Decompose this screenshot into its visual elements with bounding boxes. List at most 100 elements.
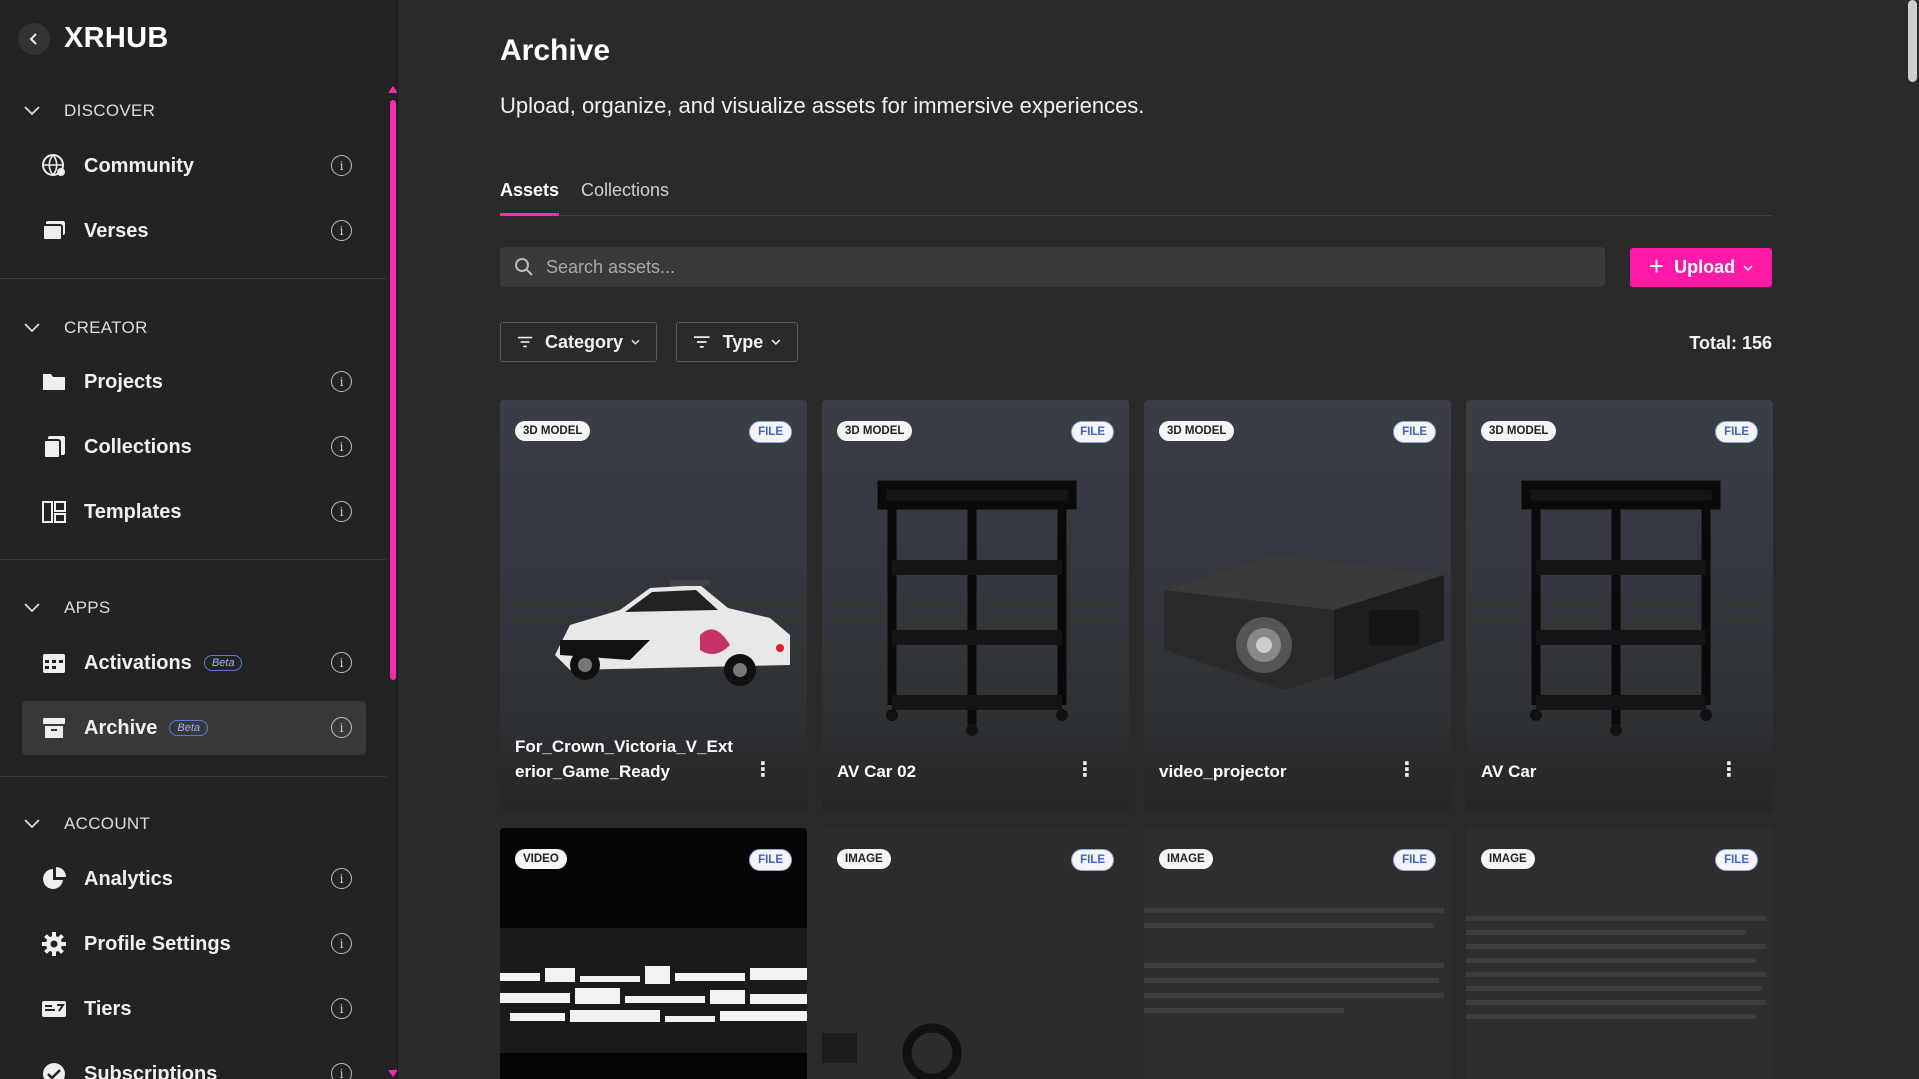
asset-card[interactable]: 3D MODEL FILE AV Car 02 ⋮ [822,400,1129,812]
more-options-icon[interactable]: ⋮ [753,757,773,782]
file-badge: FILE [1715,421,1758,443]
info-icon[interactable]: i [331,998,352,1019]
asset-name: AV Car 02 [837,762,917,781]
sidebar-item-label: Activations [84,651,192,674]
page-scrollbar-thumb[interactable] [1908,0,1917,82]
gear-icon [40,930,68,958]
info-icon[interactable]: i [331,868,352,889]
asset-type-badge: IMAGE [1481,849,1535,869]
chevron-left-icon [29,32,37,45]
sidebar-item-templates[interactable]: Templates i [22,485,366,539]
info-icon[interactable]: i [331,501,352,522]
tab-assets[interactable]: Assets [500,180,560,216]
section-creator[interactable]: CREATOR [22,318,148,338]
sidebar-item-label: Archive [84,716,158,739]
asset-card[interactable]: IMAGE FILE [1466,828,1773,1079]
asset-type-badge: IMAGE [1159,849,1213,869]
archive-icon [40,714,68,742]
more-options-icon[interactable]: ⋮ [1075,757,1095,782]
divider [0,278,386,279]
page-title: Archive [500,34,611,67]
total-count: Total: 156 [1689,333,1772,353]
info-icon[interactable]: i [331,371,352,392]
chevron-down-icon [24,323,40,333]
section-title: CREATOR [64,318,148,337]
type-filter-button[interactable]: Type [676,322,798,362]
folder-icon [40,368,68,396]
sidebar: XRHUB DISCOVER Community i Verses i CREA… [0,0,398,1079]
more-options-icon[interactable]: ⋮ [1397,757,1417,782]
section-account[interactable]: ACCOUNT [22,814,150,834]
plus-icon: + [1648,250,1665,281]
scroll-up-arrow[interactable] [388,86,397,93]
asset-card[interactable]: 3D MODEL FILE video_projector ⋮ [1144,400,1451,812]
templates-icon [40,498,68,526]
analytics-icon [40,865,68,893]
sidebar-item-label: Collections [84,435,192,458]
sidebar-item-profile-settings[interactable]: Profile Settings i [22,917,366,971]
section-title: DISCOVER [64,101,156,120]
sidebar-item-collections[interactable]: Collections i [22,420,366,474]
info-icon[interactable]: i [331,220,352,241]
collections-icon [40,433,68,461]
asset-name: AV Car [1481,762,1537,781]
calendar-icon [40,649,68,677]
divider [0,559,386,560]
projector-thumbnail [1164,555,1444,690]
sidebar-item-label: Community [84,154,194,177]
tab-collections[interactable]: Collections [581,180,669,213]
sidebar-item-verses[interactable]: Verses i [22,204,366,258]
beta-badge: Beta [203,655,243,671]
sidebar-scrollbar-thumb[interactable] [390,100,396,680]
file-badge: FILE [1393,849,1436,871]
asset-card[interactable]: VIDEO FILE [500,828,807,1079]
police-car-thumbnail [555,580,790,686]
filter-label: Type [722,331,764,352]
asset-card[interactable]: 3D MODEL FILE AV Car ⋮ [1466,400,1773,812]
chevron-down-icon [771,339,781,345]
section-apps[interactable]: APPS [22,598,111,618]
search-bar [500,247,1605,287]
tab-bar: Assets Collections [500,176,1772,216]
sidebar-item-projects[interactable]: Projects i [22,355,366,409]
sidebar-item-label: Projects [84,370,163,393]
upload-button[interactable]: + Upload [1630,248,1772,287]
info-icon[interactable]: i [331,155,352,176]
sidebar-item-tiers[interactable]: Tiers i [22,982,366,1036]
av-cart-thumbnail [877,480,1077,736]
search-input[interactable] [546,256,1546,278]
divider [0,776,386,777]
sidebar-item-label: Subscriptions [84,1062,218,1079]
info-icon[interactable]: i [331,436,352,457]
asset-type-badge: 3D MODEL [1481,421,1557,441]
beta-badge: Beta [169,720,209,736]
sidebar-item-subscriptions[interactable]: Subscriptions i [22,1047,366,1079]
sidebar-item-label: Profile Settings [84,932,231,955]
page-subtitle: Upload, organize, and visualize assets f… [500,93,1145,118]
chevron-down-icon [1743,264,1753,271]
section-discover[interactable]: DISCOVER [22,101,155,121]
info-icon[interactable]: i [331,652,352,673]
sidebar-item-archive[interactable]: Archive Beta i [22,701,366,755]
filter-label: Category [545,331,624,352]
back-button[interactable] [18,22,50,55]
sidebar-item-label: Tiers [84,997,132,1020]
sidebar-item-community[interactable]: Community i [22,139,366,193]
asset-card[interactable]: 3D MODEL FILE For_Crown_Victoria_V_Exter… [500,400,807,812]
info-icon[interactable]: i [331,933,352,954]
info-icon[interactable]: i [331,717,352,738]
more-options-icon[interactable]: ⋮ [1719,757,1739,782]
info-icon[interactable]: i [331,1063,352,1079]
file-badge: FILE [1715,849,1758,871]
asset-type-badge: 3D MODEL [837,421,913,441]
asset-type-badge: VIDEO [515,849,567,869]
asset-card[interactable]: IMAGE FILE [822,828,1129,1079]
category-filter-button[interactable]: Category [500,322,657,362]
asset-card[interactable]: IMAGE FILE [1144,828,1451,1079]
sidebar-item-label: Analytics [84,867,173,890]
sidebar-item-analytics[interactable]: Analytics i [22,852,366,906]
scroll-down-arrow[interactable] [388,1070,397,1077]
sidebar-item-activations[interactable]: Activations Beta i [22,636,366,690]
chevron-down-icon [631,339,640,345]
av-cart-thumbnail [1521,480,1721,736]
